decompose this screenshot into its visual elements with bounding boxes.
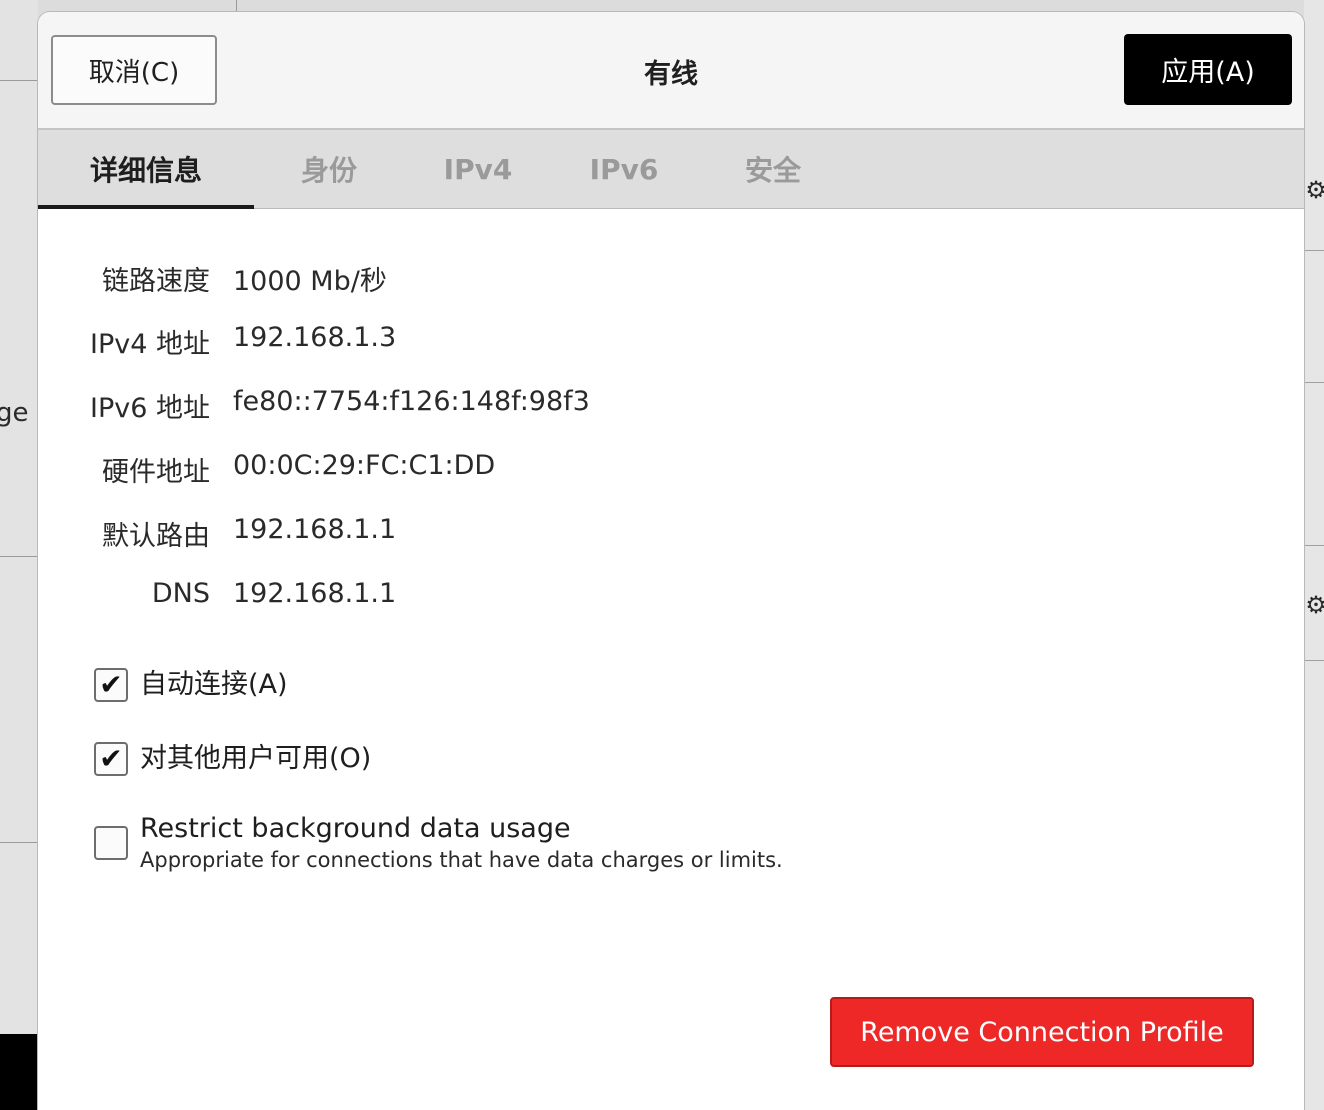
restrict-background-data-checkbox[interactable] — [94, 826, 128, 860]
ipv6-address-label: IPv6 地址 — [90, 393, 210, 424]
background-divider — [1304, 545, 1324, 546]
restrict-background-data-label: Restrict background data usage — [140, 813, 571, 844]
background-divider — [0, 842, 38, 843]
ipv6-address-value: fe80::7754:f126:148f:98f3 — [233, 386, 590, 417]
link-speed-label: 链路速度 — [102, 266, 210, 297]
ipv4-address-value: 192.168.1.3 — [233, 322, 397, 353]
background-text: ge — [0, 398, 29, 428]
tab-ipv4[interactable]: IPv4 — [430, 130, 526, 208]
checkmark-icon: ✔ — [99, 668, 123, 701]
default-route-label: 默认路由 — [102, 521, 210, 552]
background-dark-block — [0, 1034, 38, 1110]
background-divider — [1304, 660, 1324, 661]
tab-identity[interactable]: 身份 — [276, 130, 382, 208]
auto-connect-checkbox[interactable]: ✔ — [94, 668, 128, 702]
gear-icon[interactable]: ⚙ — [1304, 176, 1324, 204]
default-route-value: 192.168.1.1 — [233, 514, 397, 545]
tab-details[interactable]: 详细信息 — [38, 130, 254, 210]
restrict-background-data-option[interactable]: Restrict background data usage Appropria… — [94, 812, 783, 874]
available-to-all-users-option[interactable]: ✔ 对其他用户可用(O) — [94, 742, 371, 776]
tab-security[interactable]: 安全 — [720, 130, 826, 208]
dialog-title: 有线 — [644, 59, 698, 90]
background-left-panel — [0, 0, 38, 1110]
restrict-background-data-description: Appropriate for connections that have da… — [140, 848, 783, 872]
background-divider — [0, 80, 38, 81]
dialog-header: 取消(C) 有线 应用(A) — [38, 12, 1304, 130]
auto-connect-label: 自动连接(A) — [140, 669, 288, 700]
background-divider — [0, 556, 38, 557]
restrict-background-data-text: Restrict background data usage Appropria… — [140, 812, 783, 874]
background-divider — [1304, 250, 1324, 251]
hardware-address-value: 00:0C:29:FC:C1:DD — [233, 450, 496, 481]
tab-bar: 详细信息 身份 IPv4 IPv6 安全 — [38, 130, 1304, 210]
auto-connect-option[interactable]: ✔ 自动连接(A) — [94, 668, 288, 702]
details-panel: 链路速度 1000 Mb/秒 IPv4 地址 192.168.1.3 IPv6 … — [38, 209, 1304, 1110]
link-speed-value: 1000 Mb/秒 — [233, 266, 387, 297]
available-to-all-users-label: 对其他用户可用(O) — [140, 743, 372, 774]
hardware-address-label: 硬件地址 — [102, 457, 210, 488]
wired-connection-dialog: 取消(C) 有线 应用(A) 详细信息 身份 IPv4 IPv6 安全 链路速度… — [38, 12, 1304, 1110]
tab-ipv6[interactable]: IPv6 — [576, 130, 672, 208]
apply-button[interactable]: 应用(A) — [1124, 34, 1292, 105]
remove-connection-profile-button[interactable]: Remove Connection Profile — [830, 997, 1254, 1067]
background-right-panel: ⚙ ⚙ — [1304, 0, 1324, 1110]
available-to-all-users-checkbox[interactable]: ✔ — [94, 742, 128, 776]
checkmark-icon: ✔ — [99, 742, 123, 775]
background-divider — [1304, 382, 1324, 383]
dns-label: DNS — [151, 578, 210, 609]
gear-icon[interactable]: ⚙ — [1304, 591, 1324, 619]
ipv4-address-label: IPv4 地址 — [90, 329, 210, 360]
dns-value: 192.168.1.1 — [233, 578, 397, 609]
